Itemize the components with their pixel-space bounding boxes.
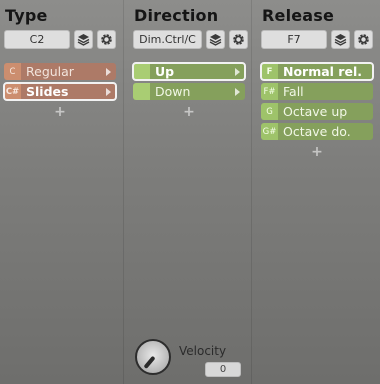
- type-selector-field[interactable]: C2: [4, 30, 70, 49]
- type-item-regular[interactable]: C Regular: [4, 63, 116, 80]
- item-key: F#: [261, 83, 278, 100]
- direction-list: Up Down +: [132, 62, 246, 119]
- release-item-octave-up[interactable]: G Octave up: [261, 103, 373, 120]
- velocity-label: Velocity: [179, 344, 227, 358]
- direction-settings-button[interactable]: [229, 30, 248, 49]
- velocity-value-field[interactable]: 0: [205, 362, 241, 377]
- release-layers-button[interactable]: [331, 30, 350, 49]
- direction-add-icon[interactable]: +: [133, 105, 245, 119]
- item-key: C#: [4, 83, 21, 100]
- gear-icon: [101, 34, 112, 45]
- gear-icon: [233, 34, 244, 45]
- item-key: G: [261, 103, 278, 120]
- release-add-icon[interactable]: +: [261, 145, 373, 159]
- type-add-icon[interactable]: +: [4, 105, 116, 119]
- item-key: [133, 63, 150, 80]
- release-controls: F7: [261, 30, 373, 50]
- release-item-normal[interactable]: F Normal rel.: [260, 62, 374, 81]
- direction-item-up[interactable]: Up: [132, 62, 246, 81]
- item-label: Fall: [283, 84, 304, 99]
- layers-icon: [334, 34, 347, 46]
- layers-icon: [209, 34, 222, 46]
- arrow-right-icon[interactable]: [235, 87, 240, 96]
- item-key: F: [261, 63, 278, 80]
- direction-layers-button[interactable]: [206, 30, 225, 49]
- direction-item-down[interactable]: Down: [133, 83, 245, 100]
- direction-controls: Dim.Ctrl/C: [133, 30, 248, 50]
- release-item-fall[interactable]: F# Fall: [261, 83, 373, 100]
- release-column: Release F7 F Normal rel. F# Fall G Octav…: [252, 0, 380, 384]
- direction-column: Direction Dim.Ctrl/C Up Down + Velocity …: [123, 0, 252, 384]
- release-settings-button[interactable]: [354, 30, 373, 49]
- release-title: Release: [262, 6, 335, 25]
- release-selector-field[interactable]: F7: [261, 30, 327, 49]
- type-controls: C2: [4, 30, 116, 50]
- arrow-right-icon[interactable]: [235, 67, 240, 76]
- type-layers-button[interactable]: [74, 30, 93, 49]
- item-key: [133, 83, 150, 100]
- type-title: Type: [5, 6, 48, 25]
- release-list: F Normal rel. F# Fall G Octave up G# Oct…: [260, 62, 374, 159]
- arrow-right-icon[interactable]: [106, 67, 111, 76]
- item-key: G#: [261, 123, 278, 140]
- arrow-right-icon[interactable]: [106, 87, 111, 96]
- item-key: C: [4, 63, 21, 80]
- item-label: Octave up: [283, 104, 348, 119]
- type-list: C Regular C# Slides +: [3, 63, 117, 119]
- item-label: Down: [155, 84, 191, 99]
- item-label: Octave do.: [283, 124, 351, 139]
- direction-title: Direction: [134, 6, 219, 25]
- type-settings-button[interactable]: [97, 30, 116, 49]
- direction-selector-field[interactable]: Dim.Ctrl/C: [133, 30, 202, 49]
- type-item-slides[interactable]: C# Slides: [3, 82, 117, 101]
- item-label: Normal rel.: [283, 64, 362, 79]
- item-label: Slides: [26, 84, 69, 99]
- velocity-knob[interactable]: [135, 339, 171, 375]
- layers-icon: [77, 34, 90, 46]
- release-item-octave-down[interactable]: G# Octave do.: [261, 123, 373, 140]
- gear-icon: [358, 34, 369, 45]
- type-column: Type C2 C Regular C# Slides +: [0, 0, 123, 384]
- item-label: Regular: [26, 64, 74, 79]
- item-label: Up: [155, 64, 175, 79]
